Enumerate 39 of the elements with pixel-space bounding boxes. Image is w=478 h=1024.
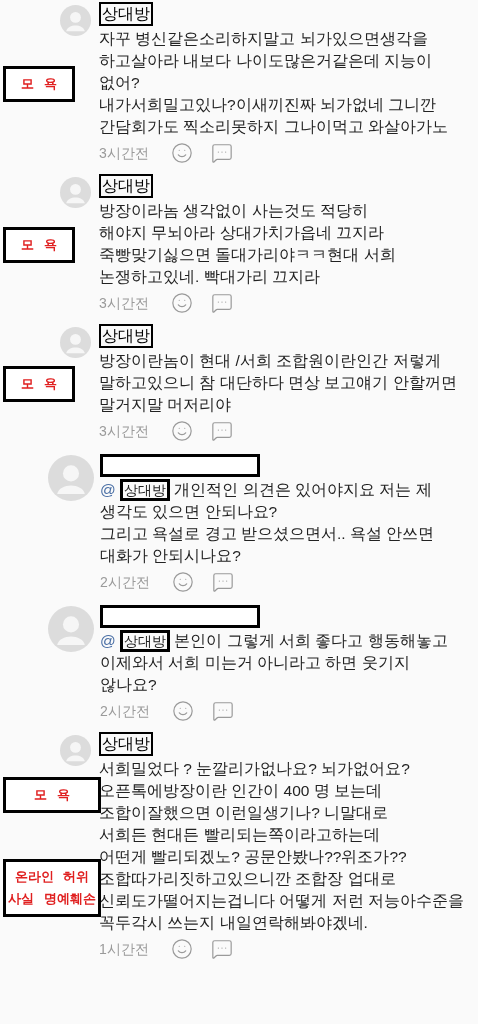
reply-icon[interactable]: [212, 700, 234, 722]
comment-time: 3시간전: [99, 293, 150, 313]
author-name[interactable]: 상대방: [99, 324, 153, 348]
comment-text: 서희밀었다 ? 눈깔리가없나요? 뇌가없어요? 오픈톡에방장이란 인간이 400 명 보는데 조합이잘했으면 이런일생기나? 니말대로 서희든 현대든 빨리되는쪽이라고하는데 어떤게 빨리되겠노? 공문안봤나??위조가?? 조합따가리짓하고있으니깐 조합장 업대로 신뢰도가떨어지는겁니다 어떻게 저런 저능아수준을 꼭두각시 쓰는지 내일연락해봐야겠네.: [99, 759, 464, 933]
smiley-icon[interactable]: [172, 700, 194, 722]
comment-time: 2시간전: [100, 572, 151, 592]
comment-text: @ 상대방 개인적인 의견은 있어야지요 저는 제 생각도 있으면 안되나요? 그리고 욕설로 경고 받으셨으면서.. 욕설 안쓰면 대화가 안되시나요?: [100, 479, 435, 566]
reply-icon[interactable]: [212, 571, 234, 593]
avatar-icon: [48, 606, 94, 652]
annotation-label: 모 욕: [3, 66, 75, 102]
comment-text: 자꾸 병신같은소리하지말고 뇌가있으면생각을 하고살아라 내보다 나이도많은거같은데 지능이 없어? 내가서희밀고있나?이새끼진짜 뇌가없네 그니깐 간담회가도 찍소리못하지 그나이먹고 와살아가노: [99, 29, 448, 137]
smiley-icon[interactable]: [171, 292, 193, 314]
annotation-label: 모 욕: [3, 777, 101, 814]
reply-icon[interactable]: [211, 938, 233, 960]
smiley-icon[interactable]: [172, 571, 194, 593]
comment-time: 2시간전: [100, 701, 151, 721]
avatar-icon: [60, 327, 91, 358]
smiley-icon[interactable]: [171, 938, 193, 960]
avatar-icon: [60, 177, 91, 208]
avatar-icon: [60, 5, 91, 36]
comment-time: 3시간전: [99, 421, 150, 441]
reply-icon[interactable]: [211, 292, 233, 314]
reply-icon[interactable]: [211, 420, 233, 442]
avatar-icon: [60, 735, 91, 766]
comment-text: 방장이라놈 생각없이 사는것도 적당히 해야지 무뇌아라 상대가치가읍네 끄지라 죽빵맞기싫으면 돌대가리야ㅋㅋ현대 서희 논쟁하고있네. 빡대가리 끄지라: [99, 201, 396, 287]
author-name[interactable]: 상대방: [99, 2, 153, 26]
annotation-label: 온라인 허위 사실 명예훼손: [3, 858, 101, 917]
comment-text: @ 상대방 본인이 그렇게 서희 좋다고 행동해놓고 이제와서 서희 미는거 아니라고 하면 웃기지 않나요?: [100, 630, 448, 695]
annotation-label: 모 욕: [3, 227, 75, 263]
comment-text: 방장이란놈이 현대 /서희 조합원이란인간 저렇게 말하고있으니 참 대단하다 면상 보고얘기 안할꺼면 말거지말 머저리야: [99, 351, 457, 415]
smiley-icon[interactable]: [171, 142, 193, 164]
smiley-icon[interactable]: [171, 420, 193, 442]
comment-time: 3시간전: [99, 143, 150, 163]
author-name[interactable]: 상대방: [99, 732, 153, 756]
author-name[interactable]: 상대방: [99, 174, 153, 198]
annotation-label: 모 욕: [3, 366, 75, 402]
avatar-icon: [48, 455, 94, 501]
comment-time: 1시간전: [99, 939, 150, 959]
reply-icon[interactable]: [211, 142, 233, 164]
